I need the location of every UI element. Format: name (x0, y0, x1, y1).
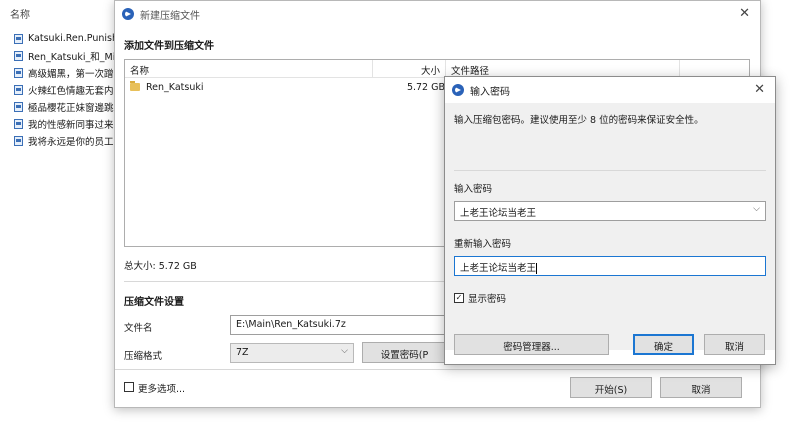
video-file-icon (14, 67, 23, 78)
file-name: 我将永远是你的员工 (28, 136, 114, 148)
start-button[interactable]: 开始(S) (570, 377, 652, 398)
add-files-heading: 添加文件到压缩文件 (124, 41, 214, 52)
divider (115, 369, 760, 370)
column-header-name[interactable]: 名称 (125, 60, 373, 77)
more-options-checkbox[interactable] (124, 382, 134, 392)
format-select[interactable]: 7Z ⌵ (230, 343, 354, 363)
password-manager-button[interactable]: 密码管理器... (454, 334, 609, 355)
file-name: 我的性感新同事过来 (28, 119, 114, 131)
column-header-path[interactable]: 文件路径 (446, 60, 680, 77)
row-size: 5.72 GB (406, 81, 445, 93)
password-hint: 输入压缩包密码。建议使用至少 8 位的密码来保证安全性。 (454, 115, 704, 126)
name-column-header[interactable]: 名称 (10, 6, 30, 21)
filename-input[interactable]: E:\Main\Ren_Katsuki.7z (230, 315, 450, 335)
file-item[interactable]: Katsuki.Ren.Punishe (14, 30, 124, 47)
total-size: 总大小: 5.72 GB (124, 261, 197, 272)
video-file-icon (14, 84, 23, 95)
file-item[interactable]: 高级媚黑，第一次蹭 (14, 64, 124, 81)
file-name: Ren_Katsuki_和_Mil (28, 51, 118, 63)
file-name: 極品櫻花正妹窗邊跳 (28, 102, 114, 114)
file-explorer: 名称 Katsuki.Ren.Punishe Ren_Katsuki_和_Mil… (0, 0, 130, 427)
password-label: 输入密码 (454, 184, 493, 195)
row-name: Ren_Katsuki (146, 81, 204, 93)
show-password-label[interactable]: 显示密码 (468, 291, 506, 305)
file-item[interactable]: 我的性感新同事过来 (14, 115, 124, 132)
more-options-label[interactable]: 更多选项... (138, 381, 185, 395)
video-file-icon (14, 50, 23, 61)
video-file-icon (14, 135, 23, 146)
file-item[interactable]: 我将永远是你的员工 (14, 132, 124, 149)
file-name: Katsuki.Ren.Punishe (28, 33, 124, 44)
dialog-titlebar[interactable]: 新建压缩文件 ✕ (115, 1, 760, 27)
video-file-icon (14, 33, 23, 44)
dialog-titlebar[interactable]: 输入密码 ✕ (445, 77, 775, 103)
file-name: 高级媚黑，第一次蹭 (28, 68, 114, 80)
password-value: 上老王论坛当老王 (460, 208, 537, 219)
format-value: 7Z (236, 347, 249, 358)
format-label: 压缩格式 (124, 351, 163, 362)
folder-icon (130, 81, 140, 91)
cancel-button[interactable]: 取消 (704, 334, 765, 355)
cancel-button[interactable]: 取消 (660, 377, 742, 398)
video-file-icon (14, 101, 23, 112)
divider (454, 170, 766, 171)
file-list: Katsuki.Ren.Punishe Ren_Katsuki_和_Mil 高级… (14, 30, 124, 149)
chevron-down-icon[interactable]: ⌵ (753, 204, 760, 214)
text-cursor (536, 263, 538, 274)
password-dialog: 输入密码 ✕ 输入压缩包密码。建议使用至少 8 位的密码来保证安全性。 输入密码… (444, 76, 776, 365)
close-icon[interactable]: ✕ (739, 6, 750, 21)
dialog-title: 输入密码 (470, 86, 510, 98)
reenter-value: 上老王论坛当老王 (460, 263, 537, 274)
chevron-down-icon: ⌵ (341, 346, 348, 356)
reenter-password-input[interactable]: 上老王论坛当老王 (454, 256, 766, 276)
password-input[interactable]: 上老王论坛当老王 ⌵ (454, 201, 766, 221)
file-item[interactable]: Ren_Katsuki_和_Mil (14, 47, 124, 64)
close-icon[interactable]: ✕ (754, 82, 765, 97)
ok-button[interactable]: 确定 (633, 334, 694, 355)
app-logo-icon (122, 8, 134, 20)
reenter-label: 重新输入密码 (454, 239, 512, 250)
settings-heading: 压缩文件设置 (124, 297, 184, 308)
set-password-button[interactable]: 设置密码(P (362, 342, 447, 363)
show-password-checkbox[interactable]: ✓ (454, 293, 464, 303)
dialog-title: 新建压缩文件 (140, 10, 200, 22)
dialog-body: 输入压缩包密码。建议使用至少 8 位的密码来保证安全性。 输入密码 上老王论坛当… (445, 103, 775, 355)
video-file-icon (14, 118, 23, 129)
filename-label: 文件名 (124, 323, 153, 334)
file-name: 火辣红色情趣无套内 (28, 85, 114, 97)
file-item[interactable]: 極品櫻花正妹窗邊跳 (14, 98, 124, 115)
file-item[interactable]: 火辣红色情趣无套内 (14, 81, 124, 98)
app-logo-icon (452, 84, 464, 96)
column-header-size[interactable]: 大小 (373, 60, 446, 77)
